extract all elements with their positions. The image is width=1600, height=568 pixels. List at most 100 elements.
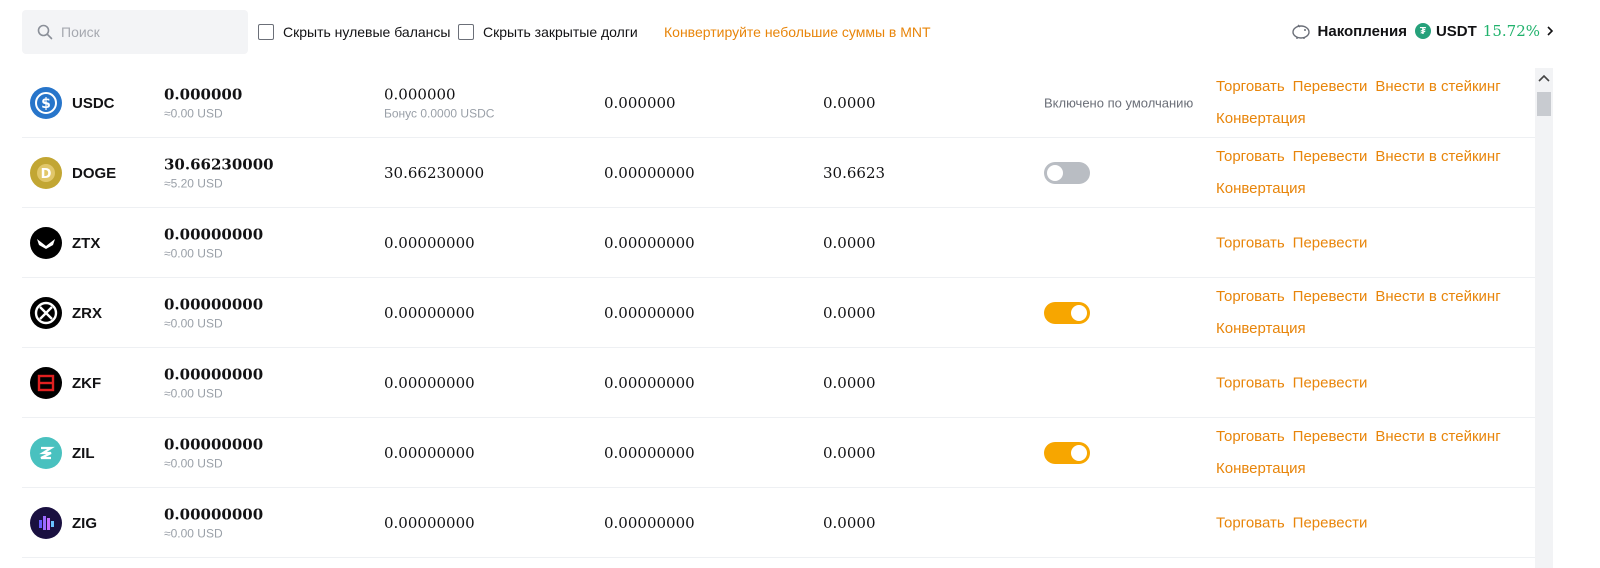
coin-cell: ZKF	[30, 367, 101, 399]
toggle-knob	[1071, 445, 1087, 461]
transfer-link[interactable]: Перевести	[1293, 288, 1368, 305]
convert-link[interactable]: Конвертация	[1216, 460, 1306, 477]
usd-value: 0.0000	[823, 444, 876, 462]
total-usd: ≈0.00 USD	[164, 106, 223, 121]
convert-small-amounts-link[interactable]: Конвертируйте небольшие суммы в MNT	[664, 24, 931, 40]
zig-icon	[30, 507, 62, 539]
collateral-toggle[interactable]	[1044, 162, 1090, 184]
usd-value: 0.0000	[823, 94, 876, 112]
total-cell: 0.00000000 ≈0.00 USD	[164, 436, 263, 471]
total-amount: 0.00000000	[164, 225, 264, 244]
available-cell: 0.000000 Бонус 0.0000 USDC	[384, 86, 494, 121]
zrx-icon	[30, 297, 62, 329]
asset-table: $ USDC 0.000000 ≈0.00 USD 0.000000 Бонус…	[0, 68, 1560, 558]
row-actions: Торговать Перевести Внести в стейкинг Ко…	[1216, 278, 1536, 348]
coin-symbol: ZRX	[72, 304, 102, 322]
chevron-right-icon	[1547, 26, 1554, 36]
trade-link[interactable]: Торговать	[1216, 428, 1285, 445]
trade-link[interactable]: Торговать	[1216, 515, 1285, 532]
transfer-link[interactable]: Перевести	[1293, 428, 1368, 445]
transfer-link[interactable]: Перевести	[1293, 515, 1368, 532]
coin-cell: D DOGE	[30, 157, 116, 189]
transfer-link[interactable]: Перевести	[1293, 148, 1368, 165]
table-row: $ USDC 0.000000 ≈0.00 USD 0.000000 Бонус…	[0, 68, 1560, 138]
toggle-knob	[1071, 305, 1087, 321]
hide-closed-debts-label: Скрыть закрытые долги	[483, 24, 638, 40]
trade-link[interactable]: Торговать	[1216, 78, 1285, 95]
search-input[interactable]	[59, 23, 243, 41]
hide-closed-debts-checkbox[interactable]: Скрыть закрытые долги	[458, 24, 638, 40]
row-actions: Торговать Перевести Внести в стейкинг Ко…	[1216, 68, 1536, 138]
in-order-amount: 0.00000000	[604, 164, 695, 182]
trade-link[interactable]: Торговать	[1216, 288, 1285, 305]
collateral-toggle[interactable]	[1044, 442, 1090, 464]
available-amount: 0.00000000	[384, 374, 475, 392]
toggle-switch[interactable]	[1044, 162, 1090, 184]
toggle-switch[interactable]	[1044, 442, 1090, 464]
total-usd: ≈5.20 USD	[164, 176, 223, 191]
transfer-link[interactable]: Перевести	[1293, 235, 1368, 252]
coin-symbol: ZIL	[72, 444, 95, 462]
svg-text:D: D	[41, 167, 52, 182]
scrollbar-thumb[interactable]	[1537, 92, 1551, 116]
coin-symbol: DOGE	[72, 164, 117, 182]
coin-symbol: USDC	[72, 94, 115, 112]
transfer-link[interactable]: Перевести	[1293, 375, 1368, 392]
doge-icon: D	[30, 157, 62, 189]
trade-link[interactable]: Торговать	[1216, 148, 1285, 165]
convert-link[interactable]: Конвертация	[1216, 320, 1306, 337]
available-amount: 0.000000	[384, 85, 456, 104]
default-enabled-text: Включено по умолчанию	[1044, 95, 1194, 111]
hide-zero-balances-checkbox[interactable]: Скрыть нулевые балансы	[258, 24, 450, 40]
total-amount: 30.66230000	[164, 155, 274, 174]
convert-link[interactable]: Конвертация	[1216, 110, 1306, 127]
toolbar: Скрыть нулевые балансы Скрыть закрытые д…	[0, 0, 1600, 64]
total-amount: 0.000000	[164, 85, 243, 104]
usdt-icon: ₮	[1414, 23, 1431, 39]
transfer-link[interactable]: Перевести	[1293, 78, 1368, 95]
checkbox-box[interactable]	[458, 24, 474, 40]
total-cell: 0.00000000 ≈0.00 USD	[164, 506, 263, 541]
bonus-text: Бонус 0.0000 USDC	[384, 106, 495, 121]
piggy-bank-icon	[1291, 24, 1310, 39]
table-row: ZTX 0.00000000 ≈0.00 USD 0.00000000 0.00…	[0, 208, 1560, 278]
search-box[interactable]	[22, 10, 248, 54]
usdc-icon: $	[30, 87, 62, 119]
convert-link[interactable]: Конвертация	[1216, 180, 1306, 197]
collateral-toggle[interactable]	[1044, 302, 1090, 324]
savings-coin: USDT	[1435, 22, 1477, 40]
coin-symbol: ZTX	[72, 234, 101, 252]
vertical-scrollbar[interactable]	[1535, 68, 1553, 568]
savings-rate: 15.72%	[1482, 22, 1540, 40]
savings-widget[interactable]: Накопления ₮ USDT 15.72%	[1290, 22, 1554, 40]
row-actions: Торговать Перевести	[1216, 348, 1536, 418]
checkbox-box[interactable]	[258, 24, 274, 40]
trade-link[interactable]: Торговать	[1216, 375, 1285, 392]
stake-link[interactable]: Внести в стейкинг	[1375, 148, 1500, 165]
total-cell: 0.00000000 ≈0.00 USD	[164, 296, 263, 331]
available-amount: 0.00000000	[384, 234, 475, 252]
ztx-icon	[30, 227, 62, 259]
search-icon	[37, 24, 53, 40]
total-cell: 30.66230000 ≈5.20 USD	[164, 156, 274, 191]
total-cell: 0.000000 ≈0.00 USD	[164, 86, 242, 121]
svg-text:$: $	[41, 96, 51, 112]
zkf-icon	[30, 367, 62, 399]
stake-link[interactable]: Внести в стейкинг	[1375, 78, 1500, 95]
total-cell: 0.00000000 ≈0.00 USD	[164, 226, 263, 261]
scroll-up-arrow-icon[interactable]	[1538, 74, 1550, 82]
coin-symbol: ZIG	[72, 514, 97, 532]
total-amount: 0.00000000	[164, 365, 264, 384]
usd-value: 0.0000	[823, 304, 876, 322]
trade-link[interactable]: Торговать	[1216, 235, 1285, 252]
stake-link[interactable]: Внести в стейкинг	[1375, 428, 1500, 445]
in-order-amount: 0.00000000	[604, 514, 695, 532]
total-cell: 0.00000000 ≈0.00 USD	[164, 366, 263, 401]
available-amount: 0.00000000	[384, 514, 475, 532]
stake-link[interactable]: Внести в стейкинг	[1375, 288, 1500, 305]
available-amount: 0.00000000	[384, 444, 475, 462]
row-actions: Торговать Перевести	[1216, 208, 1536, 278]
coin-cell: $ USDC	[30, 87, 115, 119]
usd-value: 0.0000	[823, 374, 876, 392]
toggle-switch[interactable]	[1044, 302, 1090, 324]
